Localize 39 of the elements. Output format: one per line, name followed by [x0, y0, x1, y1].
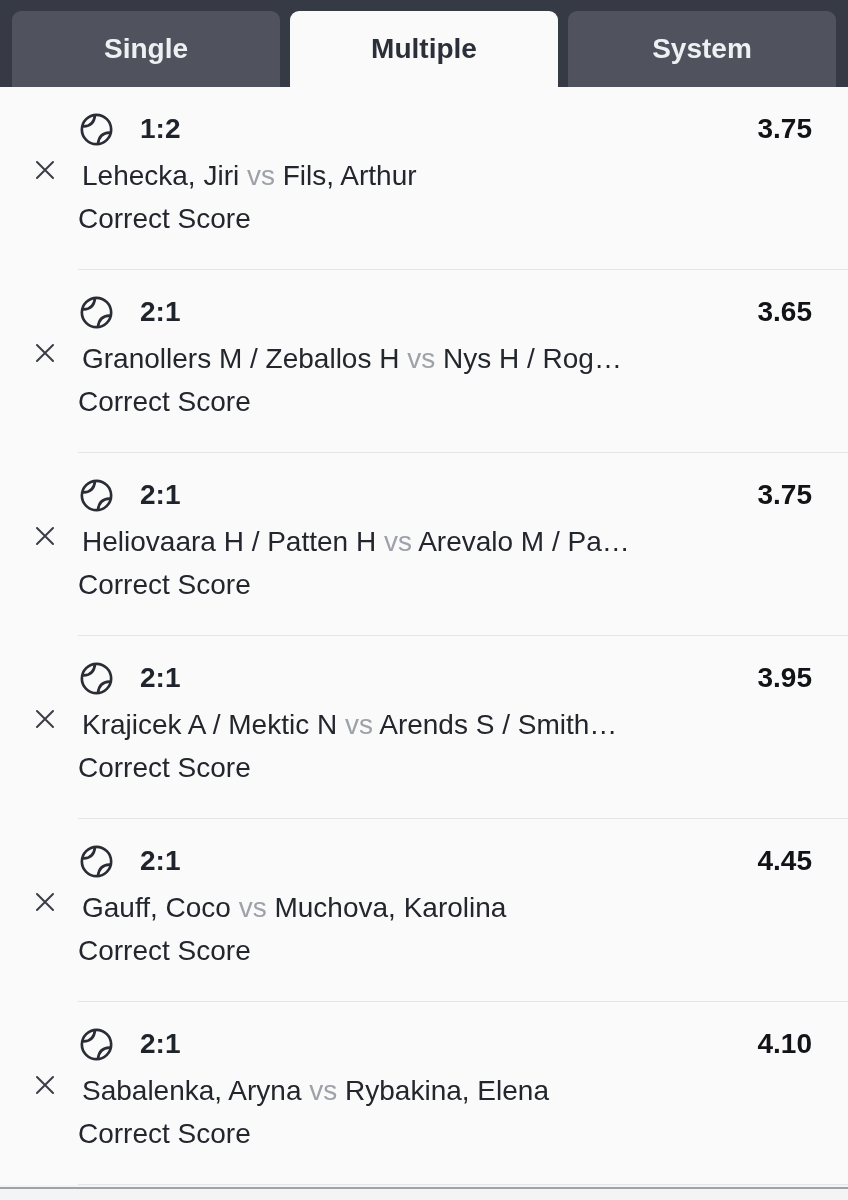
score-label: 2:1 [140, 478, 181, 512]
close-icon[interactable] [35, 1075, 55, 1095]
tennis-ball-icon [80, 844, 113, 878]
score-label: 2:1 [140, 661, 181, 695]
close-icon[interactable] [35, 892, 55, 912]
odds-value: 4.10 [757, 1027, 812, 1061]
match-name: Sabalenka, Aryna vs Rybakina, Elena [81, 1074, 550, 1108]
market-name: Correct Score [78, 202, 252, 236]
match-name: Heliovaara H / Patten H vs Arevalo M / Pa… [81, 525, 631, 559]
odds-value: 4.45 [757, 844, 812, 878]
odds-value: 3.65 [757, 295, 812, 329]
odds-value: 3.75 [757, 112, 812, 146]
match-name: Lehecka, Jiri vs Fils, Arthur [81, 159, 418, 193]
tab[interactable]: Multiple [290, 11, 558, 87]
close-icon[interactable] [35, 160, 55, 180]
tennis-ball-icon [80, 1027, 113, 1061]
match-name: Gauff, Coco vs Muchova, Karolina [81, 891, 508, 925]
tennis-ball-icon [80, 295, 113, 329]
tab[interactable]: System [568, 11, 836, 87]
market-name: Correct Score [78, 751, 252, 785]
tennis-ball-icon [80, 661, 113, 695]
odds-value: 3.75 [757, 478, 812, 512]
score-label: 2:1 [140, 295, 181, 329]
tennis-ball-icon [80, 478, 113, 512]
market-name: Correct Score [78, 385, 252, 419]
market-name: Correct Score [78, 568, 252, 602]
score-label: 1:2 [140, 112, 181, 146]
close-icon[interactable] [35, 526, 55, 546]
match-name: Granollers M / Zeballos H vs Nys H / Rog… [81, 342, 623, 376]
tennis-ball-icon [80, 112, 113, 146]
close-icon[interactable] [35, 709, 55, 729]
match-name: Krajicek A / Mektic N vs Arends S / Smith… [81, 708, 619, 742]
tab[interactable]: Single [12, 11, 280, 87]
close-icon[interactable] [35, 343, 55, 363]
market-name: Correct Score [78, 934, 252, 968]
odds-value: 3.95 [757, 661, 812, 695]
score-label: 2:1 [140, 844, 181, 878]
market-name: Correct Score [78, 1117, 252, 1151]
score-label: 2:1 [140, 1027, 181, 1061]
